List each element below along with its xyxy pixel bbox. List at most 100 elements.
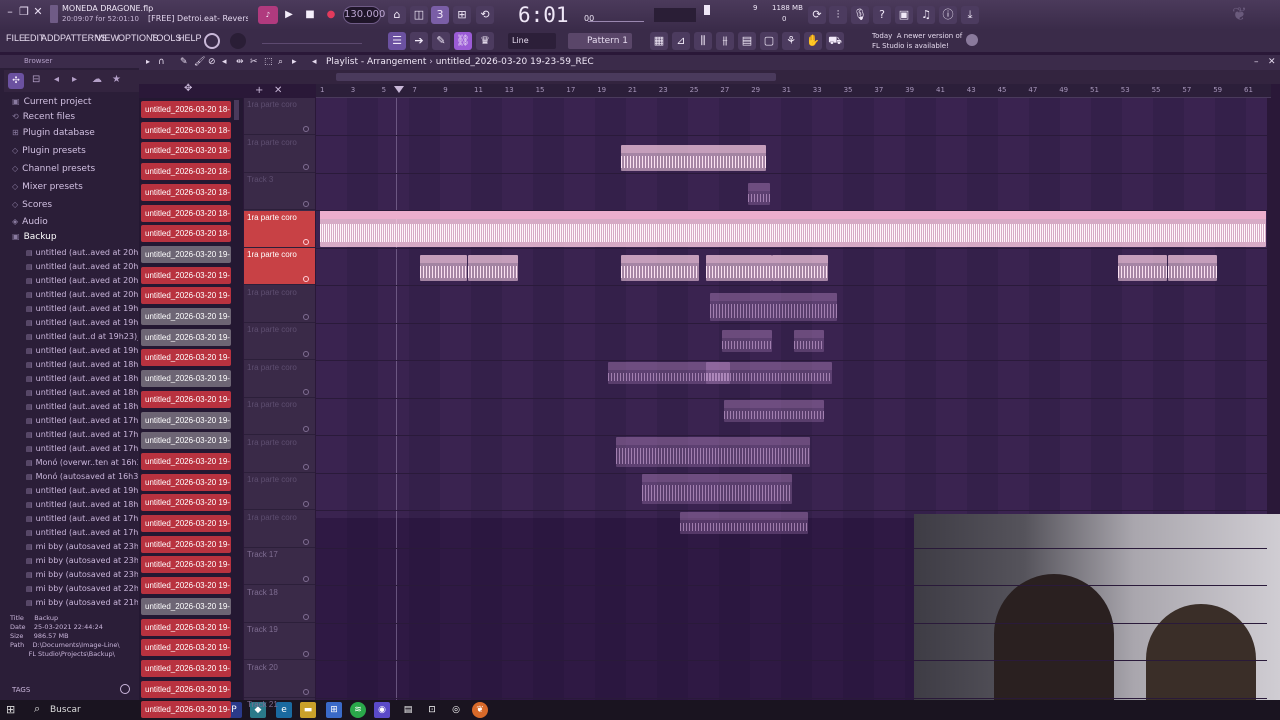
undo-history-icon[interactable]: ⟳: [808, 6, 826, 24]
add-track-icon[interactable]: +: [255, 85, 263, 96]
master-volume-knob[interactable]: [204, 33, 220, 49]
audio-clip[interactable]: untitled_2026_45-57_REC_2: [724, 400, 824, 422]
clip-source-item[interactable]: untitled_2026-03-20 19-: [141, 535, 231, 553]
browser-node-current-project[interactable]: ▣ Current project: [12, 97, 91, 107]
browser-view-icon[interactable]: ▤: [738, 32, 756, 50]
playhead-marker-icon[interactable]: [394, 86, 404, 93]
audio-clip[interactable]: untitled_2026-03-20 19-00-55_REC_2: [616, 437, 810, 467]
news-panel[interactable]: Today A newer version of FL Studio is av…: [872, 31, 962, 51]
menu-add[interactable]: ADD: [41, 33, 60, 43]
browser-file-item[interactable]: untitled (aut..aved at 20h22): [26, 262, 138, 271]
loop-record-icon[interactable]: ⟲: [476, 6, 494, 24]
browser-file-item[interactable]: untitled (aut..aved at 19h39): [26, 318, 138, 327]
clip-source-item[interactable]: untitled_2026-03-20 19-: [141, 494, 231, 512]
clip-source-item[interactable]: untitled_2026-03-20 19-: [141, 266, 231, 284]
clip-source-item[interactable]: untitled_2026-03-20 19-: [141, 245, 231, 263]
browser-file-item[interactable]: mi bby (autosaved at 23h13): [26, 570, 138, 579]
fl-studio-taskbar-icon[interactable]: ❦: [472, 702, 488, 718]
clip-source-item[interactable]: untitled_2026-03-20 19-: [141, 452, 231, 470]
playlist-close-icon[interactable]: ✕: [1268, 57, 1276, 67]
playback-tool-icon[interactable]: ▸: [292, 57, 297, 67]
discord-icon[interactable]: ◉: [374, 702, 390, 718]
menu-help[interactable]: HELP: [178, 33, 202, 43]
store-icon[interactable]: ⊞: [326, 702, 342, 718]
close-icon[interactable]: ✕: [32, 6, 44, 18]
clip-source-item[interactable]: untitled_2026-03-20 19-: [141, 308, 231, 325]
spotify-icon[interactable]: ≋: [350, 702, 366, 718]
clip-source-item[interactable]: untitled_2026-03-20 19-: [141, 328, 231, 346]
download-icon[interactable]: ⤓: [961, 6, 979, 24]
clip-source-item[interactable]: untitled_2026-03-20 19-: [141, 556, 231, 574]
play-button[interactable]: ▶: [281, 6, 297, 24]
audio-clip[interactable]: unt._2: [621, 255, 699, 281]
app-icon-4[interactable]: ⊡: [424, 702, 440, 718]
arrow-right-icon[interactable]: ➔: [410, 32, 428, 50]
news-settings-icon[interactable]: [966, 34, 978, 46]
browser-node-channel-presets[interactable]: ◇ Channel presets: [12, 164, 95, 174]
piano-roll-icon[interactable]: ⊿: [672, 32, 690, 50]
audio-clip[interactable]: Monó_..REC: [1118, 255, 1167, 281]
remove-track-icon[interactable]: ✕: [274, 85, 282, 96]
browser-back-icon[interactable]: ◂: [54, 74, 59, 85]
browser-node-scores[interactable]: ◇ Scores: [12, 200, 52, 210]
track-mute-icon[interactable]: [303, 351, 309, 357]
clip-source-item[interactable]: untitled_2026-03-20 19-: [141, 370, 231, 388]
record-button[interactable]: ●: [323, 6, 339, 24]
track-mute-icon[interactable]: [303, 276, 309, 282]
select-tool-icon[interactable]: ⬚: [264, 57, 273, 67]
browser-file-item[interactable]: untitled (aut..aved at 20h00): [26, 290, 138, 299]
track-mute-icon[interactable]: [303, 613, 309, 620]
playlist-minimize-icon[interactable]: –: [1254, 57, 1259, 67]
browser-node-recent-files[interactable]: ⟲ Recent files: [12, 112, 75, 122]
audio-clip[interactable]: untitled_2026-03-20 19-23-38_REC: [710, 293, 837, 321]
browser-collapse-icon[interactable]: ⊟: [32, 74, 40, 85]
playlist-scrollbar[interactable]: [336, 73, 776, 81]
playlist-view-icon[interactable]: ☰: [388, 32, 406, 50]
microphone-icon[interactable]: 🎙: [851, 6, 869, 24]
pattern-select[interactable]: Pattern 1: [568, 33, 632, 49]
browser-node-backup[interactable]: ▣ Backup: [12, 232, 57, 242]
disk-icon[interactable]: ▣: [895, 6, 913, 24]
browser-forward-icon[interactable]: ▸: [72, 74, 77, 85]
track-mute-icon[interactable]: [303, 651, 309, 657]
clip-source-item[interactable]: untitled_2026-03-20 18-: [141, 183, 231, 201]
windows-start-icon[interactable]: ⊞: [6, 703, 15, 716]
browser-node-mixer-presets[interactable]: ◇ Mixer presets: [12, 182, 83, 192]
browser-file-item[interactable]: untitled (aut..aved at 19h10): [26, 346, 138, 355]
snap-select[interactable]: Line: [508, 33, 556, 49]
browser-file-item[interactable]: untitled (aut..aved at 18h37): [26, 374, 138, 383]
clip-source-item[interactable]: untitled_2026-03-20 19-: [141, 659, 231, 677]
draw-tool-icon[interactable]: ✎: [180, 57, 188, 67]
browser-file-item[interactable]: mi bby (autosaved at 21h44): [26, 598, 138, 607]
menu-file[interactable]: FILE: [6, 33, 25, 43]
track-mute-icon[interactable]: [303, 688, 309, 695]
track-mute-icon[interactable]: [303, 313, 309, 320]
browser-file-item[interactable]: untitled (aut..aved at 17h17): [26, 444, 138, 453]
stop-button[interactable]: ■: [302, 6, 318, 24]
tag-search-icon[interactable]: [120, 684, 130, 694]
browser-file-item[interactable]: untitled (aut..aved at 18h24): [26, 388, 138, 397]
clip-source-item[interactable]: untitled_2026-03-20 18-: [141, 163, 231, 181]
track-mute-icon[interactable]: [303, 463, 309, 470]
track-header[interactable]: Track 21: [244, 698, 315, 720]
cart-icon[interactable]: ⛟: [826, 32, 844, 50]
touch-icon[interactable]: ✋: [804, 32, 822, 50]
move-icon[interactable]: ✥: [184, 83, 192, 94]
track-mute-icon[interactable]: [303, 388, 309, 395]
clip-source-item[interactable]: untitled_2026-03-20 19-: [141, 411, 231, 429]
clip-source-item[interactable]: untitled_2026-03-20 19-: [141, 680, 231, 698]
master-pitch-knob[interactable]: [230, 33, 246, 49]
clip-source-item[interactable]: untitled_2026-03-20 19-: [141, 597, 231, 615]
master-slider[interactable]: [262, 36, 362, 44]
slip-tool-icon[interactable]: ⇹: [236, 57, 244, 67]
track-mute-icon[interactable]: [303, 538, 309, 545]
browser-file-item[interactable]: Monó (overwr..ten at 16h37): [26, 458, 138, 467]
browser-file-item[interactable]: untitled (aut..aved at 20h11): [26, 276, 138, 285]
browser-file-item[interactable]: untitled (aut..d at 19h23)_2: [26, 332, 138, 341]
countdown-icon[interactable]: 3: [431, 6, 449, 24]
pencil-icon[interactable]: ✎: [432, 32, 450, 50]
track-mute-icon[interactable]: [303, 238, 309, 245]
song-mode-toggle[interactable]: ♪: [258, 6, 278, 24]
audio-clip[interactable]: untitled_2026-03-20 19-09-58_REC: [642, 474, 792, 504]
restore-icon[interactable]: ❐: [18, 6, 30, 18]
